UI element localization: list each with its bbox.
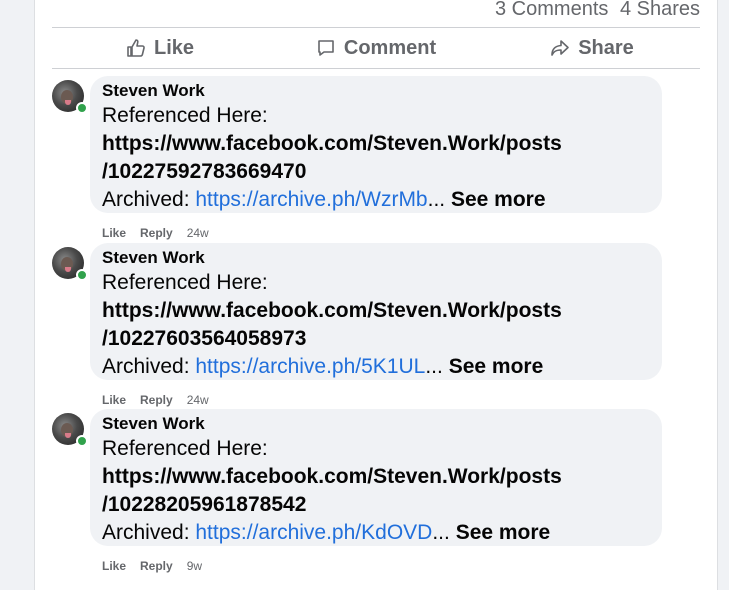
- comment-button[interactable]: Comment: [268, 29, 484, 67]
- divider-bottom: [52, 68, 700, 69]
- referenced-url-line1: https://www.facebook.com/Steven.Work/pos…: [102, 465, 562, 488]
- archived-label: Archived:: [102, 188, 196, 211]
- see-more-link[interactable]: See more: [451, 188, 546, 211]
- referenced-url-line1: https://www.facebook.com/Steven.Work/pos…: [102, 132, 562, 155]
- archived-link[interactable]: https://archive.ph/KdOVD: [195, 521, 432, 544]
- comment-intro: Referenced Here:: [102, 271, 268, 294]
- ellipsis: ...: [432, 521, 450, 544]
- comment-reply-link[interactable]: Reply: [140, 226, 173, 240]
- comment-intro: Referenced Here:: [102, 104, 268, 127]
- comment-label: Comment: [343, 36, 437, 59]
- like-label: Like: [153, 36, 195, 59]
- comment-author[interactable]: Steven Work: [102, 413, 662, 435]
- see-more-link[interactable]: See more: [449, 355, 544, 378]
- avatar[interactable]: [52, 247, 88, 281]
- thumbs-up-icon: [127, 39, 145, 57]
- comment-reply-link[interactable]: Reply: [140, 559, 173, 573]
- archived-label: Archived:: [102, 521, 196, 544]
- archived-link[interactable]: https://archive.ph/WzrMb: [195, 188, 427, 211]
- comment-bubble: Steven Work Referenced Here: https://www…: [90, 76, 662, 213]
- post-actions-bar: Like Comment Share: [52, 29, 700, 67]
- referenced-url-line2: /10227592783669470: [102, 160, 307, 183]
- share-label: Share: [578, 36, 634, 59]
- online-status-dot: [76, 435, 88, 447]
- online-status-dot: [76, 102, 88, 114]
- online-status-dot: [76, 269, 88, 281]
- comment-timestamp[interactable]: 24w: [187, 226, 209, 240]
- referenced-url-line2: /10227603564058973: [102, 327, 307, 350]
- shares-count[interactable]: 4 Shares: [620, 0, 700, 20]
- comment-meta: Like Reply 9w: [102, 559, 202, 573]
- archived-link[interactable]: https://archive.ph/5K1UL: [195, 355, 425, 378]
- comment-bubble: Steven Work Referenced Here: https://www…: [90, 243, 662, 380]
- comment-like-link[interactable]: Like: [102, 559, 126, 573]
- share-arrow-icon: [551, 40, 570, 56]
- share-button[interactable]: Share: [484, 29, 700, 67]
- avatar[interactable]: [52, 80, 88, 114]
- comment-intro: Referenced Here:: [102, 437, 268, 460]
- archived-label: Archived:: [102, 355, 196, 378]
- comment-timestamp[interactable]: 24w: [187, 393, 209, 407]
- avatar[interactable]: [52, 413, 88, 447]
- comment-author[interactable]: Steven Work: [102, 80, 662, 102]
- comment-timestamp[interactable]: 9w: [187, 559, 202, 573]
- comment-meta: Like Reply 24w: [102, 393, 209, 407]
- ellipsis: ...: [427, 188, 446, 211]
- comment-author[interactable]: Steven Work: [102, 247, 662, 269]
- comment-like-link[interactable]: Like: [102, 226, 126, 240]
- comment-meta: Like Reply 24w: [102, 226, 209, 240]
- comment-like-link[interactable]: Like: [102, 393, 126, 407]
- referenced-url-line2: /10228205961878542: [102, 493, 307, 516]
- post-stats: 3 Comments 4 Shares: [489, 0, 700, 21]
- comment-bubble-icon: [318, 40, 334, 56]
- comment-reply-link[interactable]: Reply: [140, 393, 173, 407]
- comment-bubble: Steven Work Referenced Here: https://www…: [90, 409, 662, 546]
- referenced-url-line1: https://www.facebook.com/Steven.Work/pos…: [102, 299, 562, 322]
- see-more-link[interactable]: See more: [456, 521, 551, 544]
- ellipsis: ...: [425, 355, 443, 378]
- like-button[interactable]: Like: [52, 29, 268, 67]
- comments-count[interactable]: 3 Comments: [495, 0, 608, 20]
- post-card: 3 Comments 4 Shares Like Comment Share S…: [34, 0, 718, 590]
- divider-top: [52, 27, 700, 28]
